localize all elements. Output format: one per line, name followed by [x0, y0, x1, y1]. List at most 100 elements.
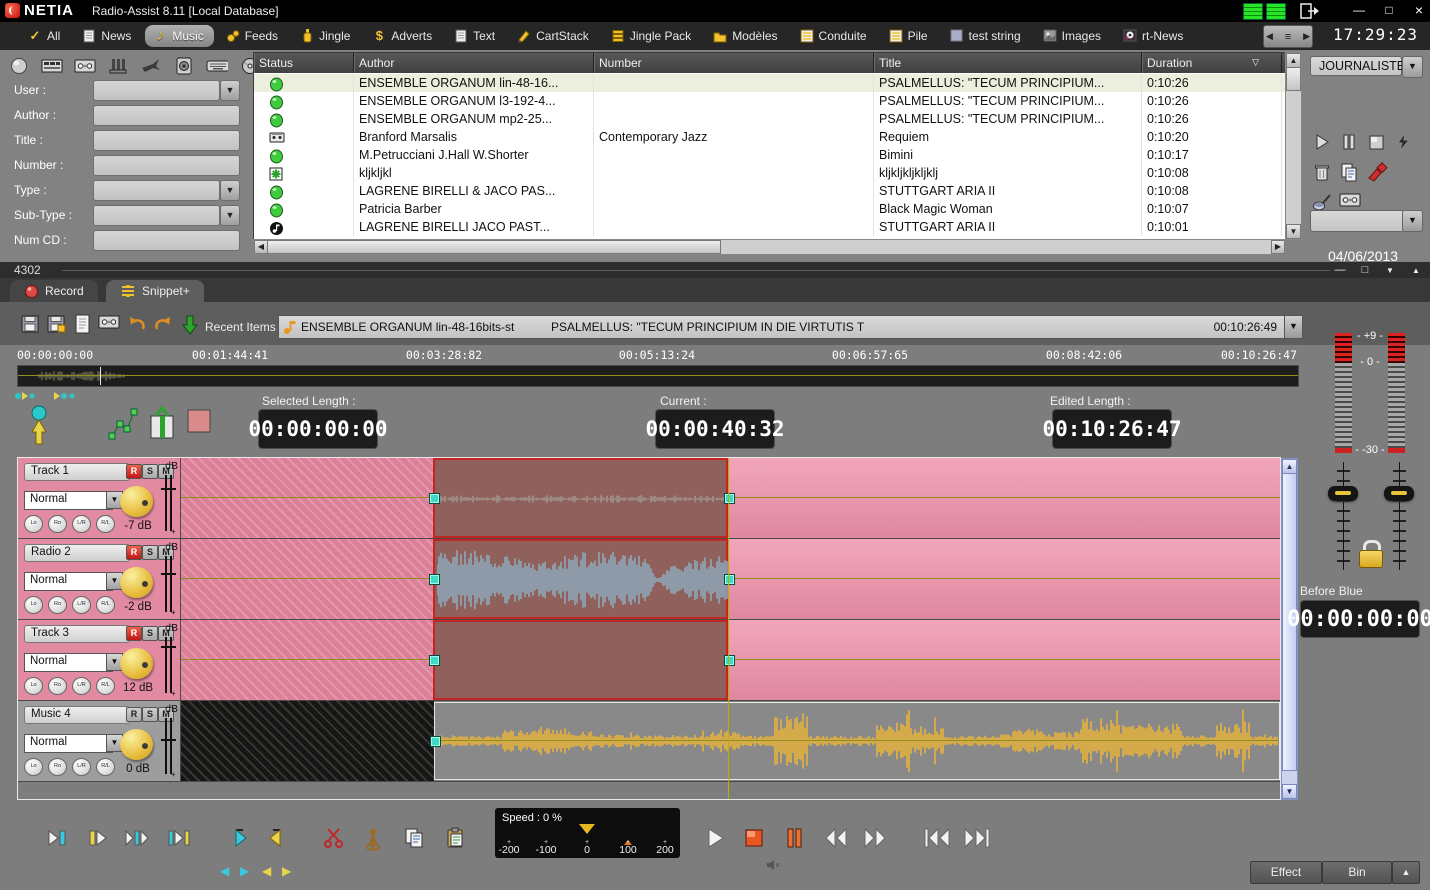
pan-lo-button[interactable]: Lo	[24, 596, 43, 614]
pan-lo-button[interactable]: Lo	[24, 758, 43, 776]
tracks-scroll-up-icon[interactable]: ▲	[1282, 459, 1297, 474]
fader-left-handle[interactable]	[1328, 486, 1358, 501]
track-name[interactable]: Track 1	[24, 463, 130, 481]
table-hscroll-thumb[interactable]	[267, 240, 721, 254]
copy-button[interactable]	[402, 826, 430, 852]
playhead-cursor[interactable]	[728, 458, 729, 799]
speed-slider-handle[interactable]	[579, 824, 595, 834]
table-vscrollbar[interactable]: ▲ ▼	[1285, 52, 1302, 240]
table-scroll-up-icon[interactable]: ▲	[1286, 53, 1301, 68]
column-header-status[interactable]: Status	[254, 53, 354, 73]
cut-red-button[interactable]	[322, 826, 350, 852]
maximize-button[interactable]: □	[1378, 2, 1400, 19]
clip-region[interactable]	[728, 539, 1280, 619]
filter-jack-icon[interactable]	[107, 56, 129, 76]
pan-r-l-button[interactable]: R/L	[96, 596, 115, 614]
effect-button[interactable]: Effect	[1250, 861, 1322, 884]
undo-button[interactable]	[126, 314, 148, 336]
marker-pair-1-icon[interactable]	[14, 391, 40, 402]
track-fader[interactable]: dB +	[158, 541, 180, 617]
pan-r-l-button[interactable]: R/L	[96, 758, 115, 776]
tab-scroll-left-icon[interactable]: ◀	[1266, 31, 1273, 42]
selection-handle-left[interactable]	[429, 493, 440, 504]
track-fader[interactable]: dB +	[158, 622, 180, 698]
tab-all[interactable]: ✓ All	[20, 25, 70, 47]
lock-icon[interactable]	[1357, 540, 1383, 568]
column-header-title[interactable]: Title	[874, 53, 1142, 73]
goto-prev-marker-button[interactable]	[45, 826, 73, 852]
editor-expand-button[interactable]: ▲	[1406, 266, 1426, 275]
pan-l-r-button[interactable]: L/R	[72, 515, 91, 533]
import-button[interactable]	[180, 314, 202, 336]
num-cd-input[interactable]	[93, 230, 240, 251]
sub-type-input[interactable]	[93, 205, 220, 226]
overview-cursor[interactable]	[100, 367, 101, 385]
selection-handle-left[interactable]	[429, 574, 440, 585]
nudge-out-left-button[interactable]: ◀	[262, 864, 276, 876]
track-mode-select[interactable]: Normal	[24, 734, 113, 753]
table-row[interactable]: ENSEMBLE ORGANUM l3-192-4... PSALMELLUS:…	[254, 92, 1285, 110]
selection-region[interactable]	[433, 620, 728, 700]
selection-handle-right[interactable]	[724, 655, 735, 666]
cut-split-button[interactable]	[362, 826, 390, 852]
tab-mod-les[interactable]: Modèles	[705, 25, 787, 47]
pan-ro-button[interactable]: Ro	[48, 596, 67, 614]
tab-menu-icon[interactable]: ≡	[1285, 31, 1291, 43]
pan-l-r-button[interactable]: L/R	[72, 677, 91, 695]
track-mode-select[interactable]: Normal	[24, 491, 113, 510]
preset-select-arrow-icon[interactable]: ▼	[1402, 56, 1423, 78]
nudge-in-left-button[interactable]: ◀	[220, 864, 234, 876]
pause-button[interactable]	[783, 826, 811, 852]
table-row[interactable]: M.Petrucciani J.Hall W.Shorter Bimini 0:…	[254, 146, 1285, 164]
table-vscroll-thumb[interactable]	[1286, 67, 1301, 91]
region-tool-icon[interactable]	[186, 408, 212, 434]
rewind-button[interactable]	[823, 826, 851, 852]
track-name[interactable]: Track 3	[24, 625, 130, 643]
user-arrow-icon[interactable]: ▼	[220, 80, 240, 101]
record-arm-button[interactable]: R	[126, 626, 142, 641]
pan-lo-button[interactable]: Lo	[24, 515, 43, 533]
panel-expand-button[interactable]: ▲	[1392, 861, 1420, 884]
envelope-tool-icon[interactable]	[108, 404, 138, 444]
lightning-button[interactable]	[1393, 132, 1415, 152]
editor-minimize-button[interactable]: —	[1330, 264, 1350, 276]
table-row[interactable]: Patricia Barber Black Magic Woman 0:10:0…	[254, 200, 1285, 218]
tab-scroll-control[interactable]: ◀≡▶	[1263, 25, 1313, 48]
table-scroll-right-icon[interactable]: ▶	[1271, 240, 1285, 254]
tab-cartstack[interactable]: CartStack	[509, 25, 599, 47]
clip-region-hatched[interactable]	[181, 701, 434, 781]
filter-sphere-icon[interactable]	[8, 56, 30, 76]
track-lane[interactable]	[181, 539, 1280, 619]
solo-button[interactable]: S	[142, 464, 158, 479]
goto-marker-pair-button[interactable]	[124, 826, 152, 852]
marker-pair-2-icon[interactable]	[52, 391, 78, 402]
stop-button[interactable]	[1366, 132, 1388, 152]
selection-handle-left[interactable]	[429, 655, 440, 666]
save-as-button[interactable]	[46, 314, 68, 336]
logout-icon[interactable]	[1300, 3, 1320, 19]
mark-in-button[interactable]	[228, 826, 256, 852]
clip-region-hatched[interactable]	[181, 539, 433, 619]
tab-feeds[interactable]: Feeds	[218, 25, 288, 47]
pan-ro-button[interactable]: Ro	[48, 677, 67, 695]
play-button[interactable]	[1312, 132, 1334, 152]
paste-button[interactable]	[444, 826, 472, 852]
table-row[interactable]: ENSEMBLE ORGANUM mp2-25... PSALMELLUS: "…	[254, 110, 1285, 128]
delete-button[interactable]	[1312, 162, 1334, 182]
column-header-number[interactable]: Number	[594, 53, 874, 73]
skip-to-start-button[interactable]	[922, 826, 950, 852]
track-mode-select[interactable]: Normal	[24, 572, 113, 591]
editor-collapse-button[interactable]: ▼	[1380, 266, 1400, 275]
record-arm-button[interactable]: R	[126, 707, 142, 722]
table-row[interactable]: LAGRENE BIRELLI & JACO PAS... STUTTGART …	[254, 182, 1285, 200]
secondary-select[interactable]	[1310, 210, 1404, 232]
table-row[interactable]: Branford Marsalis Contemporary Jazz Requ…	[254, 128, 1285, 146]
recent-item-combo[interactable]: ENSEMBLE ORGANUM lin-48-16bits-st PSALME…	[278, 315, 1286, 339]
gain-knob[interactable]	[120, 729, 153, 760]
gain-knob[interactable]	[120, 486, 153, 517]
selection-region[interactable]	[433, 458, 728, 538]
mixer-tool-icon[interactable]	[148, 406, 176, 442]
play-button[interactable]	[703, 826, 731, 852]
filter-speaker-icon[interactable]	[173, 56, 195, 76]
minimize-button[interactable]: —	[1348, 2, 1370, 19]
